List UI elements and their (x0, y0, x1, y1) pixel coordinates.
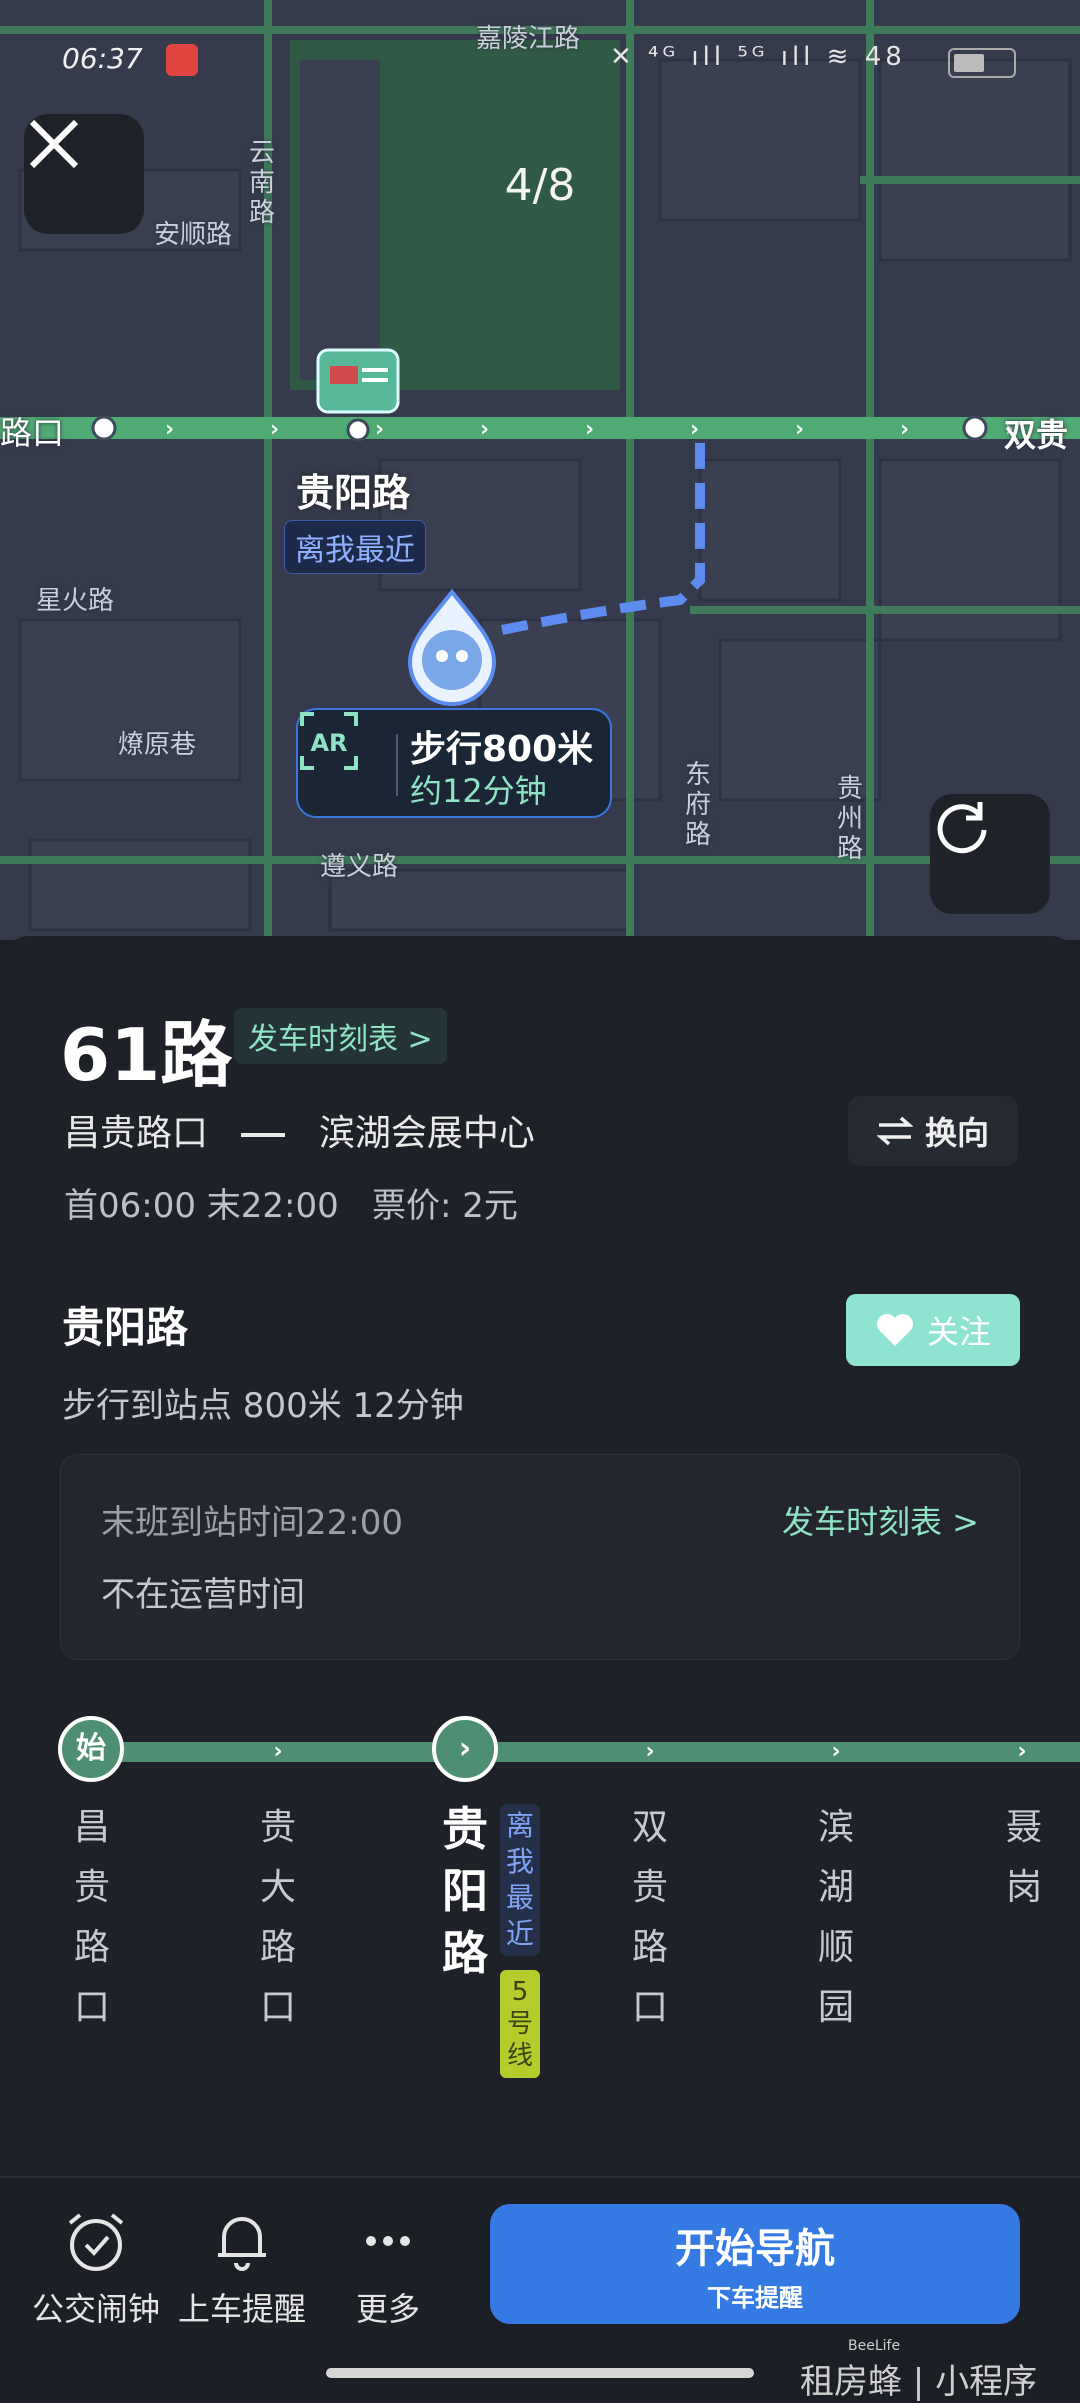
walk-to-stop-info: 步行到站点 800米 12分钟 (62, 1386, 464, 1426)
stop-label-current[interactable]: 贵阳路 (440, 1798, 490, 1984)
fare: 票价: 2元 (372, 1186, 518, 1226)
route-detail-panel: 61路 发车时刻表 > 昌贵路口 滨湖会展中心 换向 首06:00 末22:00… (0, 936, 1080, 2180)
map-label-shuanggui: 双贵 (1004, 416, 1069, 454)
operating-status: 不在运营时间 (101, 1575, 305, 1615)
more-button[interactable]: 更多 (318, 2206, 458, 2330)
current-stop-badge: › (432, 1716, 498, 1782)
line-arrow-icon: › (1017, 1739, 1027, 1764)
alarm-clock-icon (61, 2206, 131, 2276)
svg-text:›: › (585, 417, 594, 442)
map-label-dongfu-road: 东府路 (684, 760, 711, 850)
line-arrow-icon: › (831, 1739, 841, 1764)
line-arrow-icon: › (645, 1739, 655, 1764)
heart-icon (876, 1314, 913, 1346)
start-navigation-label: 开始导航 (675, 2225, 835, 2272)
line-track (92, 1742, 1080, 1762)
bus-alarm-label: 公交闹钟 (31, 2290, 160, 2328)
direction-arrow-icon (241, 1133, 286, 1137)
svg-text:›: › (165, 417, 174, 442)
stop-label[interactable]: 昌贵路口 (72, 1798, 112, 2038)
follow-label: 关注 (926, 1313, 991, 1351)
route-name: 61路 (60, 1013, 233, 1097)
switch-direction-button[interactable]: 换向 (848, 1096, 1018, 1166)
walk-time: 约12分钟 (410, 772, 547, 810)
watermark: BeeLife 租房蜂 | 小程序 (800, 2338, 1038, 2403)
map-label-anshun-road: 安顺路 (154, 220, 233, 250)
route-direction: 昌贵路口 滨湖会展中心 (64, 1104, 535, 1156)
map-label-road-crossing: 路口 (0, 414, 65, 452)
more-dots-icon (353, 2206, 423, 2276)
svg-text:›: › (270, 417, 279, 442)
map-label-yunnan-road: 云南路 (248, 138, 275, 228)
map-stop-name[interactable]: 贵阳路 (296, 462, 410, 517)
home-indicator[interactable] (326, 2368, 754, 2378)
bottom-bar: 公交闹钟 上车提醒 更多 开始导航 下车提醒 BeeLife 租房蜂 | 小程序 (0, 2176, 1080, 2402)
timetable-link[interactable]: 发车时刻表 > (782, 1497, 979, 1543)
watermark-brand: 租房蜂 | 小程序 (800, 2362, 1038, 2402)
start-stop-badge: 始 (58, 1716, 124, 1782)
transfer-badge: 5号线 (500, 1970, 540, 2078)
map-label-liaoyuan-lane: 燎原巷 (118, 730, 197, 760)
stop-counter: 4/8 (504, 160, 576, 211)
route-destination: 滨湖会展中心 (318, 1113, 535, 1154)
swap-icon (876, 1116, 913, 1146)
map-view[interactable]: › › › › › › › › › 嘉陵江路 云南路 安顺路 路口 双贵 星火路 燎原巷 遵… (0, 0, 1080, 940)
bus-alarm-button[interactable]: 公交闹钟 (26, 2206, 166, 2330)
map-nearest-tag: 离我最近 (284, 520, 426, 574)
more-label: 更多 (355, 2290, 420, 2328)
stop-label[interactable]: 贵大路口 (258, 1798, 298, 2038)
svg-text:›: › (795, 417, 804, 442)
alight-reminder-label: 下车提醒 (707, 2283, 803, 2312)
switch-direction-label: 换向 (924, 1114, 989, 1152)
map-label-zunyi-road: 遵义路 (320, 852, 399, 882)
stop-label[interactable]: 双贵路口 (630, 1798, 670, 2038)
stop-title: 贵阳路 (62, 1303, 189, 1352)
line-arrow-icon: › (273, 1739, 283, 1764)
stop-label[interactable]: 滨湖顺园 (816, 1798, 856, 2038)
map-label-guizhou-road: 贵州路 (836, 774, 863, 864)
last-bus-time: 末班到站时间22:00 (101, 1503, 403, 1543)
stop-label[interactable]: 聂岗 (1004, 1798, 1044, 1918)
refresh-icon (937, 802, 987, 854)
map-label-jialing-road: 嘉陵江路 (476, 24, 581, 54)
follow-button[interactable]: 关注 (846, 1294, 1020, 1366)
close-button[interactable] (24, 114, 144, 234)
schedule-box: 末班到站时间22:00 发车时刻表 > 不在运营时间 (60, 1454, 1020, 1660)
service-times: 首06:00 末22:00 (64, 1186, 339, 1226)
svg-text:›: › (375, 417, 384, 442)
boarding-reminder-label: 上车提醒 (177, 2290, 306, 2328)
refresh-button[interactable] (930, 794, 1050, 914)
svg-text:›: › (900, 417, 909, 442)
timetable-link-top[interactable]: 发车时刻表 > (234, 1008, 447, 1064)
bell-icon (207, 2206, 277, 2276)
svg-text:›: › (480, 417, 489, 442)
battery-icon (948, 48, 1016, 78)
status-time: 06:37 (62, 42, 143, 75)
svg-text:›: › (690, 417, 699, 442)
start-navigation-button[interactable]: 开始导航 下车提醒 (490, 2204, 1020, 2324)
map-label-xinghuo-road: 星火路 (36, 586, 115, 616)
notification-badge-icon (166, 44, 198, 76)
svg-text:AR: AR (310, 729, 347, 757)
status-icons: ✕ ⁴ᴳ ıll ⁵ᴳ ıll ≋ 48 (610, 42, 906, 72)
walk-distance: 步行800米 (410, 729, 594, 770)
route-origin: 昌贵路口 (64, 1113, 209, 1154)
watermark-small: BeeLife (848, 2338, 901, 2354)
boarding-reminder-button[interactable]: 上车提醒 (172, 2206, 312, 2330)
walk-card-divider (396, 734, 398, 796)
close-icon (29, 119, 79, 169)
nearest-tag: 离我最近 (500, 1804, 540, 1956)
walk-ar-card[interactable]: AR 步行800米 约12分钟 (296, 708, 612, 818)
ar-icon: AR (300, 712, 358, 770)
